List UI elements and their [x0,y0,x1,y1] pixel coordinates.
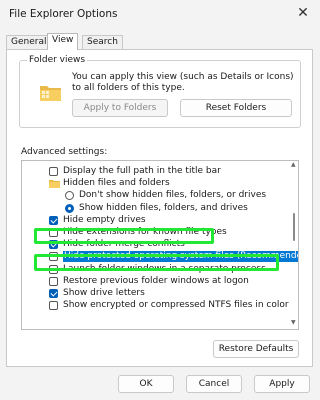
scroll-down-icon[interactable]: ▼ [291,319,296,326]
list-item-label: Hide folder merge conflicts [63,239,185,250]
checkbox-icon[interactable] [49,228,58,237]
list-item[interactable]: Hidden files and folders [22,178,290,189]
folder-icon [40,86,61,101]
list-item[interactable]: Launch folder windows in a separate proc… [22,264,290,275]
list-item[interactable]: Restore previous folder windows at logon [22,276,290,287]
list-item[interactable]: Show hidden files, folders, and drives [22,203,290,214]
advanced-settings-label: Advanced settings: [21,147,108,157]
checkbox-icon[interactable] [49,252,58,262]
scroll-thumb[interactable] [293,213,295,241]
ok-button[interactable]: OK [118,375,174,393]
apply-to-folders-button[interactable]: Apply to Folders [72,99,168,117]
scroll-up-icon[interactable]: ▲ [291,161,296,168]
tab-view[interactable]: View [47,33,79,50]
checkbox-checked-icon[interactable] [49,289,58,298]
folder-icon [49,180,60,189]
list-item-label: Show encrypted or compressed NTFS files … [63,300,289,311]
checkbox-icon[interactable] [49,264,58,274]
list-item-label: Don't show hidden files, folders, or dri… [79,190,267,201]
list-item-label: Hidden files and folders [63,178,170,189]
folder-views-legend: Folder views [27,55,88,65]
list-item-label: Display the full path in the title bar [63,166,221,176]
list-item-label: Launch folder windows in a separate proc… [63,263,266,274]
list-item[interactable]: Hide folder merge conflicts [22,239,290,250]
checkbox-checked-icon[interactable] [49,215,58,225]
close-icon[interactable]: ✕ [296,6,310,20]
list-item[interactable]: Show drive letters [22,288,290,299]
list-item[interactable]: Hide empty drives [22,215,290,226]
view-tab-panel: Folder views You can apply this view (su… [6,49,313,367]
tab-search[interactable]: Search [82,35,123,49]
folder-views-description: You can apply this view (such as Details… [72,72,294,93]
cancel-button[interactable]: Cancel [186,375,242,393]
list-item[interactable]: Show encrypted or compressed NTFS files … [22,300,290,311]
checkbox-checked-icon[interactable] [49,240,58,250]
tab-strip: General View Search [6,33,316,50]
checkbox-icon[interactable] [49,167,58,176]
window-title: File Explorer Options [9,8,118,20]
apply-button[interactable]: Apply [254,375,310,393]
list-item[interactable]: Don't show hidden files, folders, or dri… [22,190,290,201]
list-item[interactable]: Hide extensions for known file types [22,227,290,238]
restore-defaults-button[interactable]: Restore Defaults [213,340,299,358]
scrollbar[interactable]: ▲ ▼ [291,161,296,326]
list-item-label: Show drive letters [63,288,145,298]
list-item-label: Show hidden files, folders, and drives [79,202,248,213]
checkbox-icon[interactable] [49,301,58,311]
tab-general[interactable]: General [6,35,52,49]
reset-folders-button[interactable]: Reset Folders [180,99,292,117]
advanced-settings-list[interactable]: Display the full path in the title bar Hi… [21,160,299,330]
list-item-label: Hide extensions for known file types [63,227,227,237]
radio-icon[interactable] [65,191,74,201]
radio-selected-icon[interactable] [65,203,74,213]
folder-views-group: Folder views You can apply this view (su… [19,55,301,128]
title-bar: File Explorer Options ✕ [0,0,320,28]
list-item[interactable]: Display the full path in the title bar [22,166,290,177]
list-item-label: Hide empty drives [63,214,146,225]
list-item-label: Restore previous folder windows at logon [63,275,249,286]
list-item-label: Hide protected operating system files (R… [63,251,298,263]
list-item[interactable]: Hide protected operating system files (R… [22,251,298,263]
checkbox-icon[interactable] [49,276,58,286]
